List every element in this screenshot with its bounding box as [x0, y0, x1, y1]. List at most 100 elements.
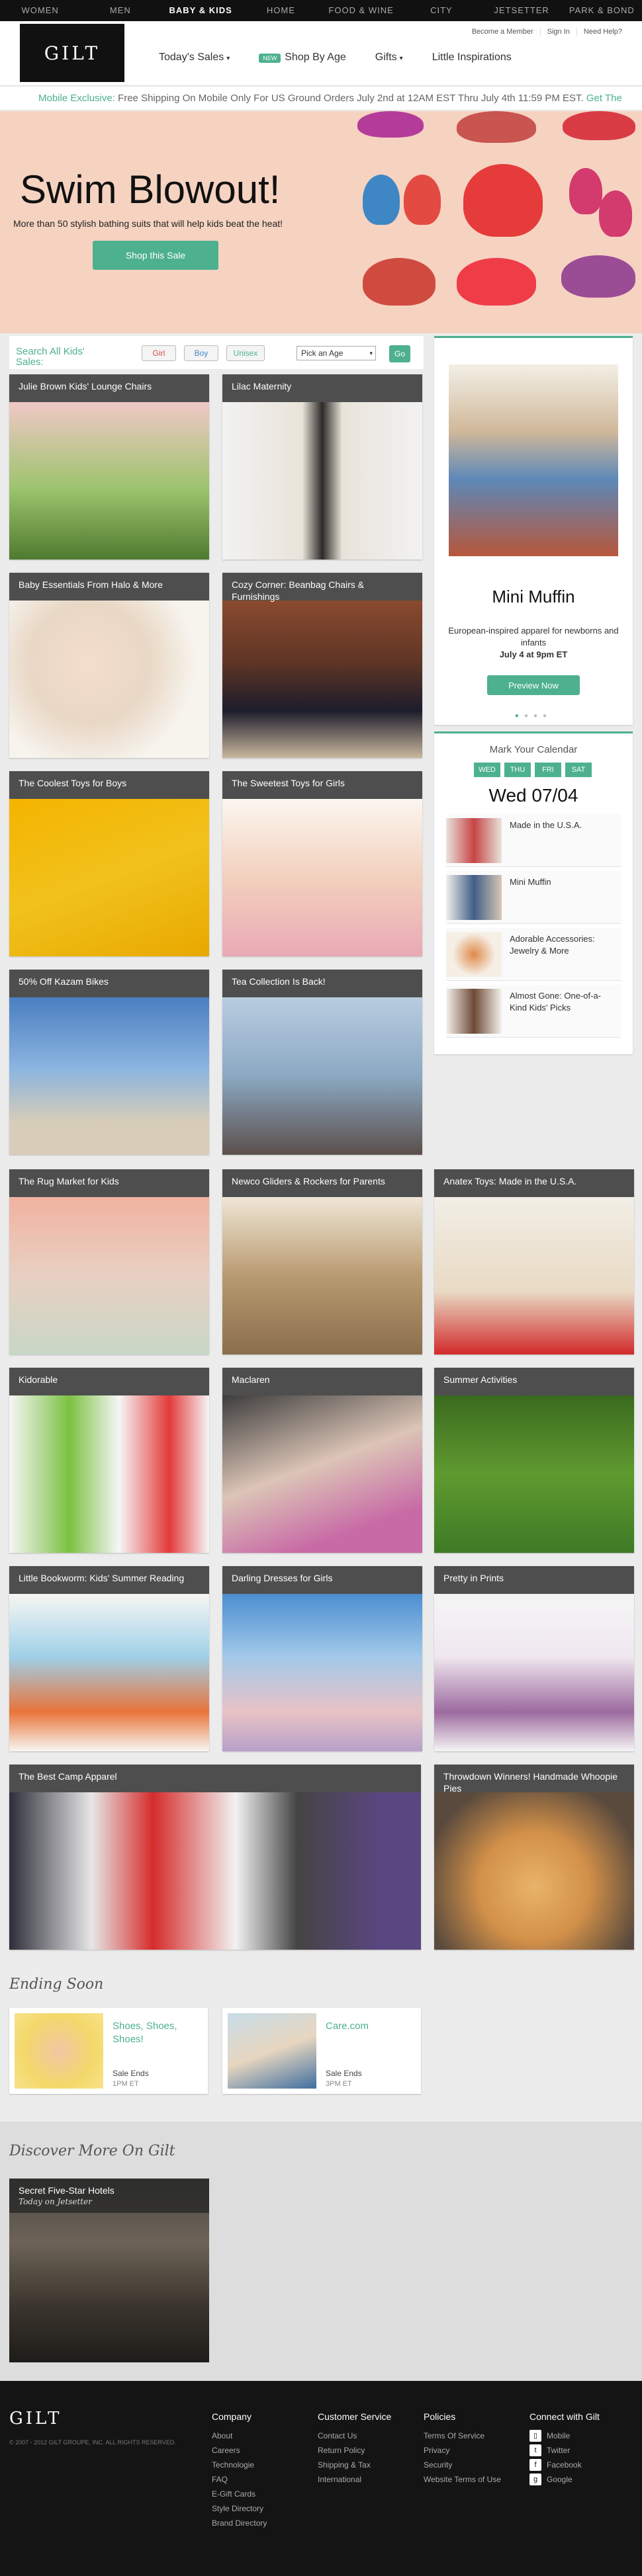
calendar-item[interactable]: Almost Gone: One-of-a-Kind Kids' Picks — [446, 985, 621, 1038]
nav-women[interactable]: WOMEN — [0, 0, 80, 21]
footer-link[interactable]: Return Policy — [318, 2443, 391, 2458]
sale-tile-title: Cozy Corner: Beanbag Chairs & Furnishing… — [222, 573, 422, 602]
discover-section: Discover More On Gilt Secret Five-Star H… — [0, 2122, 642, 2381]
boy-filter-button[interactable]: Boy — [184, 345, 218, 361]
sale-tile[interactable]: The Sweetest Toys for Girls — [222, 771, 422, 956]
carousel-dot-icon[interactable]: ● — [533, 712, 543, 720]
footer-logo[interactable]: GILT — [9, 2409, 62, 2429]
sale-tile[interactable]: Baby Essentials From Halo & More — [9, 573, 209, 758]
shop-by-age-menu[interactable]: NEW Shop By Age — [259, 52, 346, 63]
gilt-logo[interactable]: GILT — [20, 24, 124, 82]
girl-filter-button[interactable]: Girl — [142, 345, 176, 361]
google-link[interactable]: g Google — [529, 2472, 600, 2487]
sale-tile-title: 50% Off Kazam Bikes — [9, 970, 209, 997]
unisex-filter-button[interactable]: Unisex — [226, 345, 265, 361]
footer-link[interactable]: Brand Directory — [212, 2516, 267, 2530]
sale-tile[interactable]: The Coolest Toys for Boys — [9, 771, 209, 956]
carousel-dot-icon[interactable]: ● — [524, 712, 533, 720]
sale-tile[interactable]: Little Bookworm: Kids' Summer Reading — [9, 1566, 209, 1751]
jetsetter-title: Secret Five-Star Hotels — [19, 2185, 115, 2196]
mobile-link[interactable]: ▯ Mobile — [529, 2429, 600, 2443]
nav-jetsetter[interactable]: JETSETTER — [482, 0, 562, 21]
become-member-link[interactable]: Become a Member — [465, 28, 540, 36]
ending-soon-card[interactable]: Shoes, Shoes, Shoes! Sale Ends 1PM ET — [9, 2008, 208, 2094]
day-tab-sat[interactable]: SAT — [565, 763, 592, 777]
preview-now-button[interactable]: Preview Now — [487, 675, 580, 695]
featured-sale-card[interactable]: Mini Muffin European-inspired apparel fo… — [434, 336, 633, 725]
calendar-item[interactable]: Mini Muffin — [446, 871, 621, 924]
little-inspirations-link[interactable]: Little Inspirations — [432, 52, 512, 63]
footer-link[interactable]: International — [318, 2472, 391, 2487]
twitter-icon: t — [529, 2444, 541, 2456]
nav-city[interactable]: CITY — [401, 0, 481, 21]
footer-link[interactable]: Security — [424, 2458, 501, 2472]
sale-tile-title: Throwdown Winners! Handmade Whoopie Pies — [434, 1765, 634, 1794]
todays-sales-menu[interactable]: Today's Sales ▾ — [159, 52, 230, 63]
sale-tile[interactable]: Summer Activities — [434, 1368, 634, 1553]
day-tab-wed[interactable]: WED — [474, 763, 500, 777]
promo-text: Free Shipping On Mobile Only For US Grou… — [115, 93, 584, 104]
footer-link[interactable]: E-Gift Cards — [212, 2487, 267, 2501]
chevron-down-icon: ▾ — [226, 55, 230, 62]
sale-tile[interactable]: Newco Gliders & Rockers for Parents — [222, 1169, 422, 1354]
footer-link[interactable]: Shipping & Tax — [318, 2458, 391, 2472]
jetsetter-card[interactable]: Secret Five-Star Hotels Today on Jetsette… — [9, 2179, 209, 2362]
footer-link[interactable]: Contact Us — [318, 2429, 391, 2443]
sale-tile[interactable]: Kidorable — [9, 1368, 209, 1553]
footer-link[interactable]: Style Directory — [212, 2501, 267, 2516]
calendar-item[interactable]: Adorable Accessories: Jewelry & More — [446, 928, 621, 981]
sale-tile[interactable]: Anatex Toys: Made in the U.S.A. — [434, 1169, 634, 1354]
promo-link[interactable]: Get The — [586, 93, 622, 104]
footer-link[interactable]: Terms Of Service — [424, 2429, 501, 2443]
nav-baby-kids[interactable]: BABY & KIDS — [161, 0, 241, 21]
sale-tile[interactable]: Tea Collection Is Back! — [222, 970, 422, 1155]
carousel-dots[interactable]: ●●●● — [434, 712, 633, 720]
sale-tile[interactable]: The Best Camp Apparel — [9, 1765, 421, 1950]
day-tab-thu[interactable]: THU — [504, 763, 531, 777]
calendar-item-title: Almost Gone: One-of-a-Kind Kids' Picks — [510, 991, 601, 1013]
sale-tile-title: Tea Collection Is Back! — [222, 970, 422, 997]
footer-link[interactable]: About — [212, 2429, 267, 2443]
calendar-item-thumb — [446, 932, 502, 977]
gifts-menu[interactable]: Gifts ▾ — [375, 52, 403, 63]
kids-sales-search: Search All Kids' Sales: Girl Boy Unisex … — [9, 336, 424, 369]
featured-sale-title: Mini Muffin — [492, 587, 575, 606]
age-select[interactable]: Pick an Age ▾ — [297, 346, 376, 360]
nav-men[interactable]: MEN — [80, 0, 160, 21]
day-tab-fri[interactable]: FRI — [535, 763, 561, 777]
sale-tile[interactable]: Julie Brown Kids' Lounge Chairs — [9, 374, 209, 560]
sale-tile[interactable]: The Rug Market for Kids — [9, 1169, 209, 1354]
carousel-dot-icon[interactable]: ● — [515, 712, 524, 720]
sale-tile[interactable]: Lilac Maternity — [222, 374, 422, 560]
calendar-item-title: Adorable Accessories: Jewelry & More — [510, 934, 595, 956]
ending-soon-card[interactable]: Care.com Sale Ends 3PM ET — [222, 2008, 421, 2094]
nav-home[interactable]: HOME — [241, 0, 321, 21]
facebook-link[interactable]: f Facebook — [529, 2458, 600, 2472]
footer-link[interactable]: Privacy — [424, 2443, 501, 2458]
nav-park-bond[interactable]: PARK & BOND — [562, 0, 642, 21]
top-category-nav: WOMEN MEN BABY & KIDS HOME FOOD & WINE C… — [0, 0, 642, 21]
footer-link[interactable]: Website Terms of Use — [424, 2472, 501, 2487]
sign-in-link[interactable]: Sign In — [539, 28, 576, 36]
carousel-dot-icon[interactable]: ● — [543, 712, 552, 720]
calendar-item[interactable]: Made in the U.S.A. — [446, 814, 621, 867]
footer-link[interactable]: Technologie — [212, 2458, 267, 2472]
go-button[interactable]: Go — [389, 345, 410, 362]
footer-link[interactable]: FAQ — [212, 2472, 267, 2487]
need-help-link[interactable]: Need Help? — [576, 28, 629, 36]
promo-banner[interactable]: Mobile Exclusive: Free Shipping On Mobil… — [0, 87, 642, 110]
jetsetter-caption: Secret Five-Star Hotels Today on Jetsette… — [9, 2179, 209, 2213]
sale-tile[interactable]: Darling Dresses for Girls — [222, 1566, 422, 1751]
twitter-link[interactable]: t Twitter — [529, 2443, 600, 2458]
nav-food-wine[interactable]: FOOD & WINE — [321, 0, 401, 21]
sale-tile[interactable]: Pretty in Prints — [434, 1566, 634, 1751]
shop-this-sale-button[interactable]: Shop this Sale — [93, 241, 218, 270]
sale-tile[interactable]: Maclaren — [222, 1368, 422, 1553]
sale-tile[interactable]: Cozy Corner: Beanbag Chairs & Furnishing… — [222, 573, 422, 758]
sale-tile-title: Maclaren — [222, 1368, 422, 1395]
sale-tile-title: Lilac Maternity — [222, 374, 422, 402]
sale-tile[interactable]: 50% Off Kazam Bikes — [9, 970, 209, 1155]
footer-link[interactable]: Careers — [212, 2443, 267, 2458]
chevron-down-icon: ▾ — [369, 350, 373, 356]
sale-tile[interactable]: Throwdown Winners! Handmade Whoopie Pies — [434, 1765, 634, 1950]
